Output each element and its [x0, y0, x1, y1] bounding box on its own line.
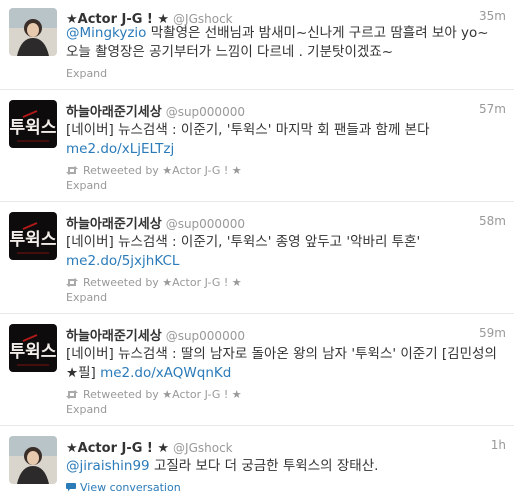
tweet-body: [네이버] 뉴스검색 : 이준기, '투윅스' 종영 앞두고 '악바리 투혼'	[66, 234, 421, 250]
retweeted-by: Retweeted by ★Actor J-G ! ★	[66, 276, 242, 289]
avatar-sup000000[interactable]: 투윅스	[9, 100, 57, 148]
author-name[interactable]: 하늘아래준기세상	[66, 329, 162, 344]
tweet-text: [네이버] 뉴스검색 : 이준기, '투윅스' 종영 앞두고 '악바리 투혼' m…	[66, 233, 506, 271]
author-handle[interactable]: @sup000000	[166, 329, 245, 343]
expand-link[interactable]: Expand	[66, 403, 107, 416]
url-link[interactable]: me2.do/xAQWqnKd	[100, 365, 231, 381]
retweet-icon	[66, 166, 78, 175]
tweet-text: @Mingkyzio 막촬영은 선배님과 밤새미~신나게 구르고 땀흘려 보아 …	[66, 24, 506, 62]
expand-link[interactable]: Expand	[66, 67, 107, 80]
svg-text:투윅스: 투윅스	[10, 342, 57, 362]
avatar-sup000000[interactable]: 투윅스	[9, 212, 57, 260]
author-handle[interactable]: @sup000000	[166, 217, 245, 231]
retweeted-by-text[interactable]: Retweeted by ★Actor J-G ! ★	[83, 276, 242, 289]
expand-link[interactable]: Expand	[66, 291, 107, 304]
svg-text:투윅스: 투윅스	[10, 118, 57, 138]
url-link[interactable]: me2.do/xLjELTzj	[66, 141, 174, 157]
url-link[interactable]: me2.do/5jxjhKCL	[66, 253, 179, 269]
tweet[interactable]: ★Actor J-G ! ★ @JGshock 1h @jiraishin99 고…	[0, 426, 514, 504]
retweet-icon	[66, 278, 78, 287]
author-handle[interactable]: @sup000000	[166, 105, 245, 119]
timestamp[interactable]: 58m	[479, 214, 506, 228]
tweet-body: 고질라 보다 더 궁금한 투윅스의 장태산.	[149, 458, 379, 474]
avatar-jgshock[interactable]	[9, 8, 57, 56]
retweeted-by: Retweeted by ★Actor J-G ! ★	[66, 388, 242, 401]
timestamp[interactable]: 59m	[479, 326, 506, 340]
tweet-text: @jiraishin99 고질라 보다 더 궁금한 투윅스의 장태산.	[66, 457, 506, 476]
timestamp[interactable]: 1h	[491, 438, 506, 452]
tweet-header: ★Actor J-G ! ★ @JGshock 1h	[66, 437, 506, 456]
speech-bubble-icon	[66, 483, 76, 492]
author-name[interactable]: 하늘아래준기세상	[66, 217, 162, 232]
view-conversation[interactable]: View conversation	[66, 481, 181, 494]
avatar-jgshock[interactable]	[9, 436, 57, 484]
tweet[interactable]: 투윅스 하늘아래준기세상 @sup000000 58m [네이버] 뉴스검색 : …	[0, 202, 514, 314]
tweet[interactable]: 투윅스 하늘아래준기세상 @sup000000 57m [네이버] 뉴스검색 : …	[0, 90, 514, 202]
expand-link[interactable]: Expand	[66, 179, 107, 192]
mention-link[interactable]: @jiraishin99	[66, 458, 150, 474]
mention-link[interactable]: @Mingkyzio	[66, 25, 146, 41]
tweet[interactable]: ★Actor J-G ! ★ @JGshock 35m @Mingkyzio 막촬…	[0, 0, 514, 90]
author-name[interactable]: ★Actor J-G ! ★	[66, 441, 169, 456]
tweet-stream: ★Actor J-G ! ★ @JGshock 35m @Mingkyzio 막촬…	[0, 0, 514, 504]
tweet-text: [네이버] 뉴스검색 : 딸의 남자로 돌아온 왕의 남자 '투윅스' 이준기 …	[66, 345, 506, 383]
tweet[interactable]: 투윅스 하늘아래준기세상 @sup000000 59m [네이버] 뉴스검색 : …	[0, 314, 514, 426]
tweet-header: 하늘아래준기세상 @sup000000 59m	[66, 325, 506, 344]
retweeted-by: Retweeted by ★Actor J-G ! ★	[66, 164, 242, 177]
retweeted-by-text[interactable]: Retweeted by ★Actor J-G ! ★	[83, 164, 242, 177]
tweet-body: [네이버] 뉴스검색 : 이준기, '투윅스' 마지막 회 팬들과 함께 본다	[66, 122, 430, 138]
retweeted-by-text[interactable]: Retweeted by ★Actor J-G ! ★	[83, 388, 242, 401]
view-conversation-label[interactable]: View conversation	[80, 481, 181, 494]
svg-text:투윅스: 투윅스	[10, 230, 57, 250]
tweet-header: 하늘아래준기세상 @sup000000 58m	[66, 213, 506, 232]
tweet-header: 하늘아래준기세상 @sup000000 57m	[66, 101, 506, 120]
avatar-sup000000[interactable]: 투윅스	[9, 324, 57, 372]
timestamp[interactable]: 35m	[479, 9, 506, 23]
retweet-icon	[66, 390, 78, 399]
timestamp[interactable]: 57m	[479, 102, 506, 116]
tweet-text: [네이버] 뉴스검색 : 이준기, '투윅스' 마지막 회 팬들과 함께 본다 m…	[66, 121, 506, 159]
author-handle[interactable]: @JGshock	[173, 441, 233, 455]
author-name[interactable]: 하늘아래준기세상	[66, 105, 162, 120]
